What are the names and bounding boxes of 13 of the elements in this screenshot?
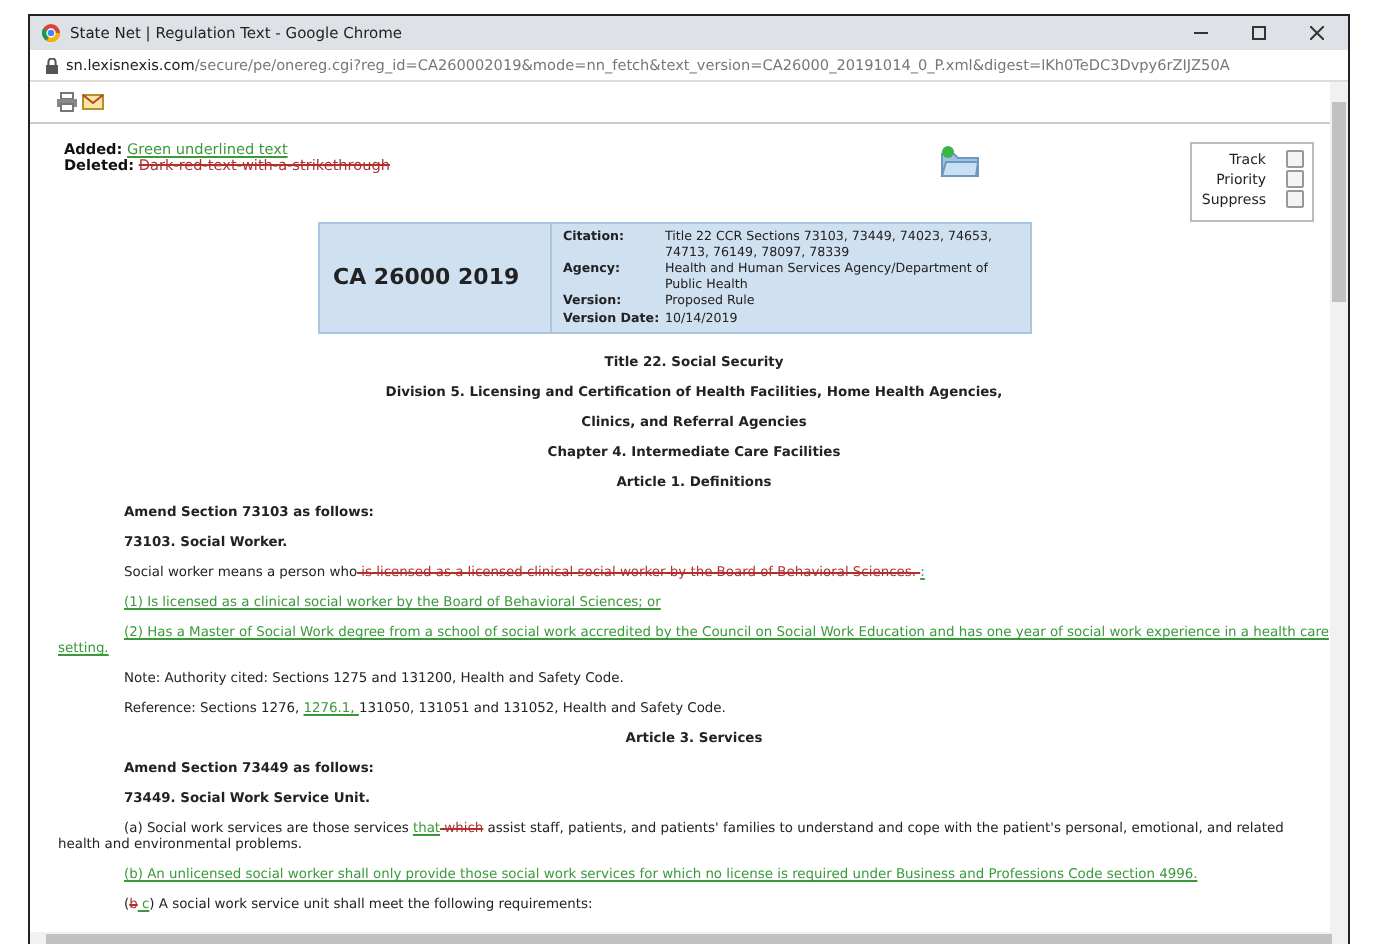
vertical-scrollbar[interactable]: [1330, 82, 1348, 932]
maximize-icon[interactable]: [1252, 26, 1266, 40]
envelope-icon[interactable]: [82, 94, 104, 110]
printer-icon[interactable]: [56, 92, 78, 112]
checkbox[interactable]: [1286, 190, 1304, 208]
close-icon[interactable]: [1310, 26, 1324, 40]
checkbox[interactable]: [1286, 170, 1304, 188]
horizontal-scrollbar[interactable]: [30, 932, 1348, 944]
regulation-code: CA 26000 2019: [333, 270, 520, 286]
checkbox[interactable]: [1286, 150, 1304, 168]
lock-icon: [46, 57, 58, 73]
folder-plus-icon[interactable]: [940, 146, 980, 178]
browser-logo-icon: [42, 24, 60, 42]
